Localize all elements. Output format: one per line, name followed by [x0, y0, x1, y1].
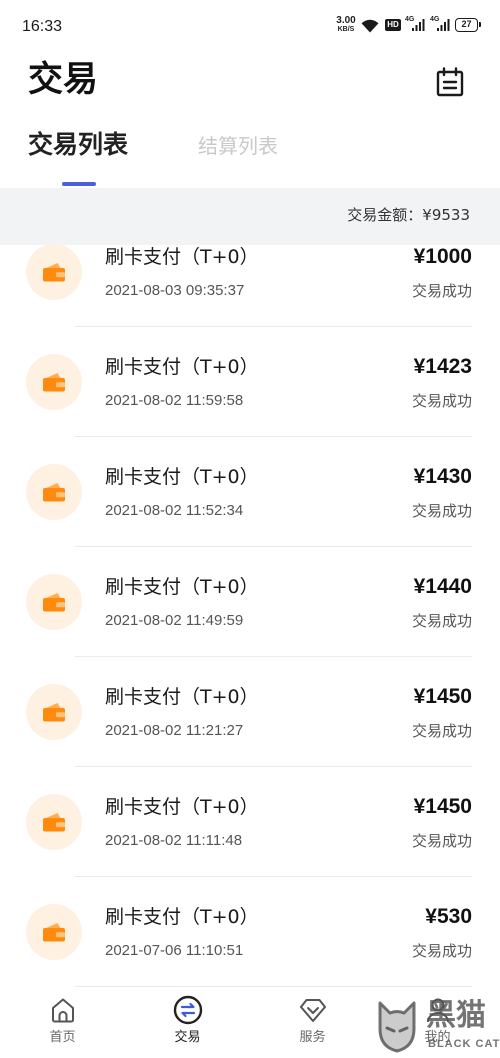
transaction-amount: ¥530 — [425, 905, 472, 928]
transaction-title: 刷卡支付（T+0） — [105, 906, 259, 928]
nav-item-transactions[interactable]: 交易 — [125, 988, 250, 1056]
network-speed-unit: KB/S — [337, 26, 355, 33]
wallet-icon — [26, 354, 82, 410]
transaction-item[interactable]: 刷卡支付（T+0） 2021-08-02 11:52:34 ¥1430 交易成功 — [0, 437, 500, 547]
transaction-total-banner: 交易金额：¥9533 — [0, 188, 500, 245]
transaction-status: 交易成功 — [411, 612, 472, 630]
total-value: ¥9533 — [422, 206, 470, 224]
transaction-title: 刷卡支付（T+0） — [105, 686, 259, 708]
transaction-title: 刷卡支付（T+0） — [105, 246, 259, 268]
signal-icon: 4G — [405, 16, 426, 32]
transaction-time: 2021-08-02 11:59:58 — [105, 392, 244, 409]
wallet-icon — [26, 904, 82, 960]
total-label: 交易金额： — [347, 206, 423, 224]
signal-icon: 4G — [430, 16, 451, 32]
transaction-time: 2021-08-02 11:52:34 — [105, 502, 244, 519]
wifi-icon — [361, 18, 379, 33]
transaction-amount: ¥1450 — [413, 795, 472, 818]
nav-label-home: 首页 — [49, 1030, 76, 1045]
transaction-status: 交易成功 — [411, 282, 472, 300]
hd-icon: HD — [385, 19, 401, 31]
transaction-time: 2021-08-02 11:21:27 — [105, 722, 244, 739]
exchange-icon — [172, 995, 204, 1025]
transaction-status: 交易成功 — [411, 722, 472, 740]
transaction-item[interactable]: 刷卡支付（T+0） 2021-08-02 11:21:27 ¥1450 交易成功 — [0, 657, 500, 767]
battery-icon: 27 — [455, 18, 481, 32]
active-tab-indicator — [62, 182, 96, 186]
transaction-amount: ¥1423 — [413, 355, 472, 378]
transaction-status: 交易成功 — [411, 502, 472, 520]
transaction-title: 刷卡支付（T+0） — [105, 576, 259, 598]
transaction-amount: ¥1440 — [413, 575, 472, 598]
page-title: 交易 — [28, 60, 99, 100]
transaction-time: 2021-08-03 09:35:37 — [105, 282, 245, 299]
calendar-button[interactable] — [436, 67, 464, 97]
transaction-amount: ¥1000 — [413, 245, 472, 268]
transaction-status: 交易成功 — [411, 832, 472, 850]
nav-item-me[interactable]: 我的 — [375, 988, 500, 1056]
transaction-title: 刷卡支付（T+0） — [105, 356, 259, 378]
status-time: 16:33 — [22, 18, 63, 35]
transaction-time: 2021-07-06 11:10:51 — [105, 942, 244, 959]
nav-item-home[interactable]: 首页 — [0, 988, 125, 1056]
network-speed-value: 3.00 — [336, 15, 356, 26]
transaction-time: 2021-08-02 11:49:59 — [105, 612, 244, 629]
bottom-nav: 首页 交易 服务 我的 — [0, 988, 500, 1056]
transaction-title: 刷卡支付（T+0） — [105, 796, 259, 818]
network-speed: 3.00 KB/S — [334, 16, 358, 34]
wallet-icon — [26, 574, 82, 630]
transaction-list[interactable]: 刷卡支付（T+0） 2021-08-03 09:35:37 ¥1000 交易成功… — [0, 217, 500, 988]
nav-label-me: 我的 — [424, 1030, 451, 1045]
tab-transaction-list[interactable]: 交易列表 — [28, 128, 128, 162]
wallet-icon — [26, 794, 82, 850]
wallet-icon — [26, 684, 82, 740]
transaction-item[interactable]: 刷卡支付（T+0） 2021-08-02 11:49:59 ¥1440 交易成功 — [0, 547, 500, 657]
transaction-item[interactable]: 刷卡支付（T+0） 2021-08-02 11:59:58 ¥1423 交易成功 — [0, 327, 500, 437]
transaction-time: 2021-08-02 11:11:48 — [105, 832, 243, 849]
transaction-status: 交易成功 — [411, 392, 472, 410]
nav-label-transactions: 交易 — [174, 1030, 201, 1045]
transaction-amount: ¥1450 — [413, 685, 472, 708]
status-bar: 16:33 3.00 KB/S HD 4G 4G 27 — [0, 0, 500, 50]
transaction-item[interactable]: 刷卡支付（T+0） 2021-07-06 11:10:51 ¥530 交易成功 — [0, 877, 500, 987]
nav-item-services[interactable]: 服务 — [250, 988, 375, 1056]
battery-level: 27 — [461, 19, 472, 29]
transaction-title: 刷卡支付（T+0） — [105, 466, 259, 488]
user-icon — [422, 995, 454, 1025]
home-icon — [47, 995, 79, 1025]
nav-label-services: 服务 — [299, 1030, 326, 1045]
transaction-amount: ¥1430 — [413, 465, 472, 488]
wallet-icon — [26, 464, 82, 520]
tab-settlement-list[interactable]: 结算列表 — [198, 132, 278, 160]
calendar-icon — [436, 67, 464, 101]
diamond-icon — [297, 995, 329, 1025]
transaction-status: 交易成功 — [411, 942, 472, 960]
transaction-item[interactable]: 刷卡支付（T+0） 2021-08-02 11:11:48 ¥1450 交易成功 — [0, 767, 500, 877]
wallet-icon — [26, 244, 82, 300]
